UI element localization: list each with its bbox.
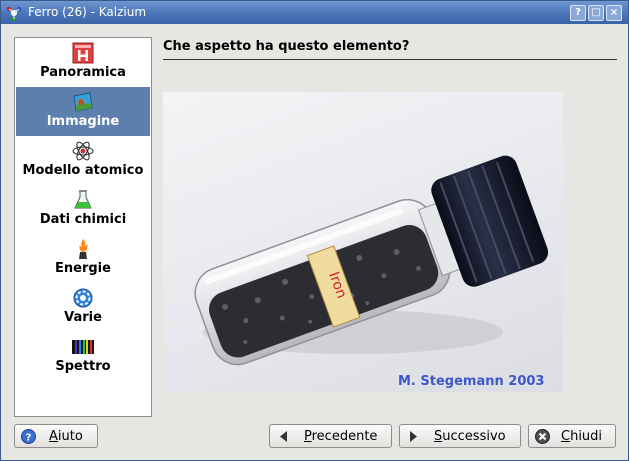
sidebar-item-label: Immagine bbox=[46, 114, 120, 129]
spectrum-icon bbox=[72, 340, 94, 354]
sidebar-item-label: Panoramica bbox=[40, 65, 126, 80]
help-button[interactable]: ? Aiuto bbox=[14, 424, 98, 448]
sidebar-item-label: Varie bbox=[64, 310, 102, 325]
periodic-element-icon bbox=[72, 42, 94, 64]
picture-icon bbox=[73, 92, 93, 112]
title-bar[interactable]: Ferro (26) - Kalzium ? □ × bbox=[1, 1, 628, 24]
sidebar-item-label: Spettro bbox=[55, 359, 111, 374]
window-title: Ferro (26) - Kalzium bbox=[28, 5, 147, 19]
close-circle-icon bbox=[535, 429, 550, 444]
iron-vial-image: Iron bbox=[194, 155, 549, 366]
sidebar: Panoramica Immagine Modello atomico Dati… bbox=[14, 37, 152, 417]
sidebar-item-dati-chimici[interactable]: Dati chimici bbox=[16, 185, 150, 234]
kalzium-window: Ferro (26) - Kalzium ? □ × Panoramica Im… bbox=[0, 0, 629, 461]
element-photo: Iron bbox=[163, 92, 563, 392]
help-icon: ? bbox=[21, 429, 36, 444]
arrow-left-icon bbox=[280, 431, 287, 442]
help-icon: ? bbox=[575, 7, 581, 18]
svg-text:?: ? bbox=[26, 433, 32, 444]
sidebar-item-modello-atomico[interactable]: Modello atomico bbox=[16, 136, 150, 185]
close-button[interactable]: Chiudi bbox=[528, 424, 616, 448]
sidebar-item-panoramica[interactable]: Panoramica bbox=[16, 38, 150, 87]
kalzium-app-icon bbox=[7, 7, 21, 21]
next-button-label: Successivo bbox=[434, 429, 506, 444]
page-title: Che aspetto ha questo elemento? bbox=[163, 39, 410, 54]
close-title-button[interactable]: × bbox=[606, 5, 622, 21]
sidebar-item-immagine[interactable]: Immagine bbox=[16, 87, 150, 136]
divider bbox=[163, 59, 617, 60]
next-button[interactable]: Successivo bbox=[399, 424, 521, 448]
sidebar-item-spettro[interactable]: Spettro bbox=[16, 332, 150, 381]
sidebar-item-label: Dati chimici bbox=[39, 212, 127, 227]
arrow-right-icon bbox=[410, 431, 417, 442]
close-icon: × bbox=[609, 7, 619, 18]
help-button-label: Aiuto bbox=[49, 429, 83, 444]
sidebar-item-label: Energie bbox=[55, 261, 111, 276]
previous-button-label: Precedente bbox=[304, 429, 378, 444]
help-title-button[interactable]: ? bbox=[570, 5, 586, 21]
sidebar-item-energie[interactable]: Energie bbox=[16, 234, 150, 283]
atom-icon bbox=[72, 141, 94, 161]
flask-icon bbox=[74, 190, 92, 209]
maximize-icon: □ bbox=[591, 7, 601, 18]
previous-button[interactable]: Precedente bbox=[269, 424, 392, 448]
sidebar-item-varie[interactable]: Varie bbox=[16, 283, 150, 332]
gear-icon bbox=[73, 288, 93, 308]
close-button-label: Chiudi bbox=[561, 429, 603, 444]
sidebar-item-label: Modello atomico bbox=[22, 163, 144, 178]
flame-icon bbox=[79, 239, 88, 259]
maximize-button[interactable]: □ bbox=[588, 5, 604, 21]
photo-credit: M. Stegemann 2003 bbox=[398, 374, 545, 389]
